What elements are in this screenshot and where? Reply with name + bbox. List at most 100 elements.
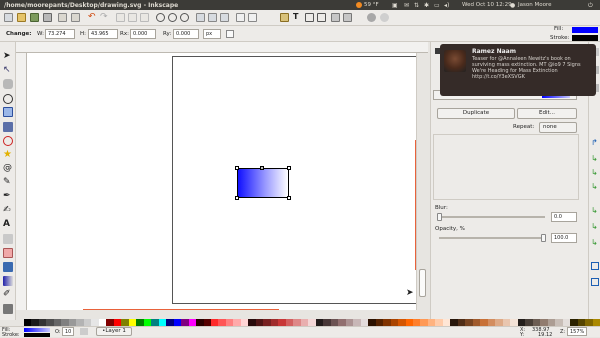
status-stroke-swatch[interactable] xyxy=(24,333,50,337)
scroll-thumb[interactable] xyxy=(419,269,426,297)
gradient-tool-icon[interactable] xyxy=(3,276,13,286)
repeat-select[interactable]: none xyxy=(539,122,577,133)
text-tool-icon[interactable]: A xyxy=(3,220,13,230)
clock[interactable]: Wed Oct 10 12:29 xyxy=(462,2,512,8)
height-field[interactable]: 43.965 xyxy=(88,29,118,39)
zoom-tool-icon[interactable] xyxy=(3,94,13,104)
export-icon[interactable] xyxy=(71,13,80,22)
ellipse-tool-icon[interactable] xyxy=(3,136,13,146)
ungroup-icon[interactable] xyxy=(248,13,257,22)
snap-center-icon[interactable]: ↳ xyxy=(591,222,598,231)
preferences-icon[interactable] xyxy=(331,13,340,22)
pen-tool-icon[interactable]: ✒ xyxy=(3,192,13,202)
zoom-drawing-icon[interactable] xyxy=(168,13,177,22)
3d-box-tool-icon[interactable] xyxy=(3,122,13,132)
blur-slider-handle[interactable] xyxy=(437,213,442,221)
snap-page-icon[interactable] xyxy=(591,262,599,270)
rectangle-tool-icon[interactable] xyxy=(3,107,13,117)
ry-field[interactable]: 0.000 xyxy=(173,29,199,39)
layer-visibility-icon[interactable] xyxy=(80,328,88,335)
import-icon[interactable] xyxy=(58,13,67,22)
selector-tool-icon[interactable]: ➤ xyxy=(3,52,13,62)
volume-icon[interactable]: ◂) xyxy=(444,2,449,9)
width-field[interactable]: 73.274 xyxy=(45,29,75,39)
duplicate-icon[interactable] xyxy=(196,13,205,22)
opacity-short-field[interactable]: 10 xyxy=(62,327,74,336)
spiral-tool-icon[interactable]: @ xyxy=(3,164,13,174)
tweak-tool-icon[interactable] xyxy=(3,79,13,89)
corner-handle[interactable] xyxy=(235,196,239,200)
clone-icon[interactable] xyxy=(208,13,217,22)
zoom-selection-icon[interactable] xyxy=(156,13,165,22)
mail-icon[interactable]: ✉ xyxy=(404,2,409,9)
blur-value[interactable]: 0.0 xyxy=(551,212,577,222)
settings-icon[interactable] xyxy=(380,13,389,22)
weather-text[interactable]: 59 °F xyxy=(364,2,379,8)
calligraphy-tool-icon[interactable]: ✍ xyxy=(3,206,13,216)
weather-icon[interactable] xyxy=(356,2,362,8)
spray-tool-icon[interactable] xyxy=(3,234,13,244)
paste-icon[interactable] xyxy=(140,13,149,22)
group-icon[interactable] xyxy=(236,13,245,22)
opacity-value[interactable]: 100.0 xyxy=(551,233,577,243)
edit-gradient-button[interactable]: Edit... xyxy=(517,108,577,119)
document-properties-icon[interactable] xyxy=(343,13,352,22)
palette-swatch[interactable] xyxy=(592,319,600,326)
snap-intersection-icon[interactable]: ↳ xyxy=(591,168,598,177)
paint-bucket-tool-icon[interactable] xyxy=(3,262,13,272)
rx-field[interactable]: 0.000 xyxy=(130,29,156,39)
snap-grid-icon[interactable] xyxy=(591,278,599,286)
snap-path-icon[interactable]: ↳ xyxy=(591,154,598,163)
snap-midpoint-icon[interactable]: ↳ xyxy=(591,206,598,215)
layer-select[interactable]: •Layer 1 xyxy=(96,327,132,336)
corner-handle[interactable] xyxy=(235,166,239,170)
keyboard-icon[interactable]: ▣ xyxy=(392,2,398,9)
network-icon[interactable]: ⇅ xyxy=(414,2,419,9)
dropper-tool-icon[interactable]: ✐ xyxy=(3,290,13,300)
save-icon[interactable] xyxy=(30,13,39,22)
connector-tool-icon[interactable] xyxy=(3,304,13,314)
pencil-tool-icon[interactable]: ✎ xyxy=(3,178,13,188)
gradient-rectangle[interactable] xyxy=(235,166,291,200)
snap-smooth-icon[interactable]: ↳ xyxy=(591,182,598,191)
copy-icon[interactable] xyxy=(116,13,125,22)
battery-icon[interactable]: ▭ xyxy=(434,2,440,9)
gear-icon[interactable] xyxy=(367,13,376,22)
print-icon[interactable] xyxy=(43,13,52,22)
user-icon[interactable]: ● xyxy=(510,2,515,9)
user-name[interactable]: Jason Moore xyxy=(518,2,551,8)
duplicate-button[interactable]: Duplicate xyxy=(437,108,515,119)
open-icon[interactable] xyxy=(17,13,26,22)
cut-icon[interactable] xyxy=(128,13,137,22)
corner-handle[interactable] xyxy=(287,166,291,170)
new-document-icon[interactable] xyxy=(4,13,13,22)
fill-stroke-icon[interactable] xyxy=(280,13,289,22)
vertical-scrollbar[interactable] xyxy=(416,53,428,310)
align-distribute-icon[interactable] xyxy=(317,13,326,22)
star-tool-icon[interactable]: ★ xyxy=(3,150,13,160)
blur-slider-track[interactable] xyxy=(439,216,545,218)
redo-icon[interactable]: ↷ xyxy=(100,13,109,22)
unit-select[interactable]: px xyxy=(203,29,221,39)
text-font-icon[interactable]: T xyxy=(293,13,302,22)
vertical-ruler[interactable] xyxy=(16,53,27,310)
gradient-stop-handle[interactable] xyxy=(260,166,264,170)
snap-guide-icon[interactable]: ↱ xyxy=(591,138,598,147)
zoom-field[interactable]: 157% xyxy=(567,327,587,336)
horizontal-scrollbar[interactable] xyxy=(27,310,416,316)
zoom-page-icon[interactable] xyxy=(180,13,189,22)
unlink-clone-icon[interactable] xyxy=(220,13,229,22)
node-tool-icon[interactable]: ↖ xyxy=(3,66,13,76)
corner-handle[interactable] xyxy=(287,196,291,200)
color-palette[interactable] xyxy=(24,319,600,326)
not-rounded-icon[interactable] xyxy=(226,30,234,38)
undo-icon[interactable]: ↶ xyxy=(88,13,97,22)
opacity-slider-handle[interactable] xyxy=(541,234,546,242)
status-fill-swatch[interactable] xyxy=(24,328,50,332)
xml-editor-icon[interactable] xyxy=(305,13,314,22)
canvas[interactable]: ➤ xyxy=(27,53,417,311)
power-icon[interactable]: ⏻ xyxy=(588,2,593,10)
opacity-slider-track[interactable] xyxy=(439,237,545,239)
eraser-tool-icon[interactable] xyxy=(3,248,13,258)
bluetooth-icon[interactable]: ✱ xyxy=(424,2,429,9)
